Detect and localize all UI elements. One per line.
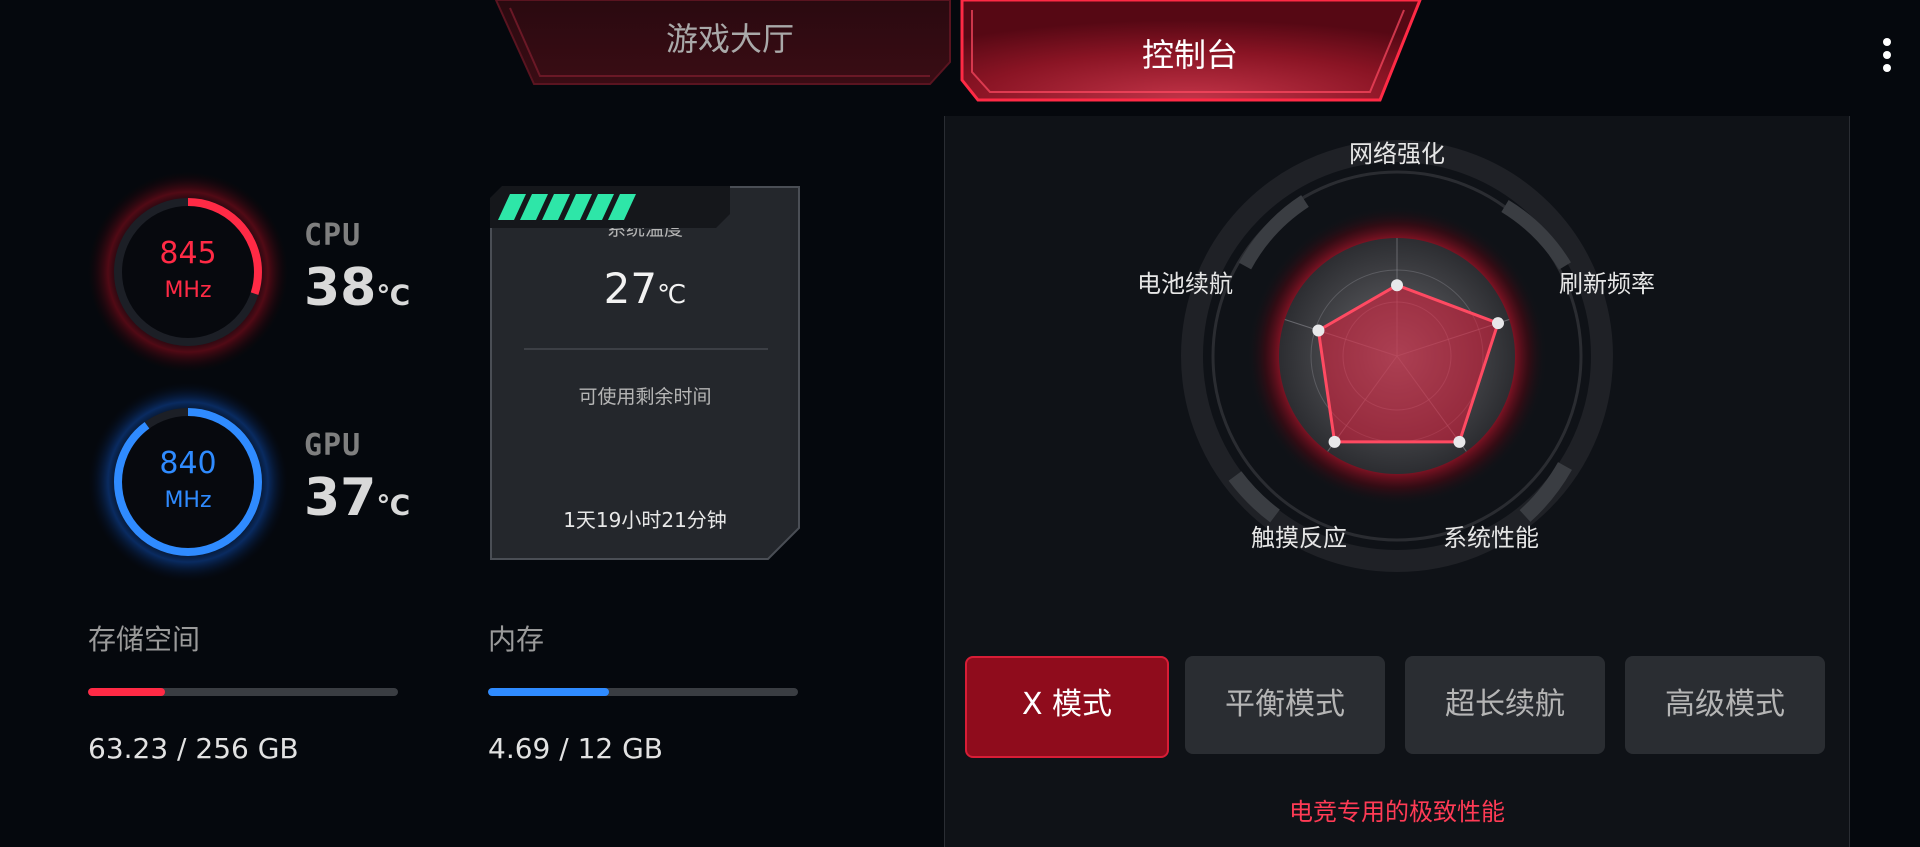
tab-bar: 游戏大厅 控制台 bbox=[0, 0, 1920, 110]
radar-point bbox=[1328, 435, 1341, 448]
remaining-time-title: 可使用剩余时间 bbox=[578, 386, 712, 408]
system-temperature: 27℃ bbox=[490, 264, 800, 313]
mode-ultra-battery-button[interactable]: 超长续航 bbox=[1405, 656, 1605, 754]
radar-label-system-performance: 系统性能 bbox=[1443, 524, 1539, 552]
gpu-temperature: 37℃ bbox=[304, 468, 410, 528]
more-vertical-icon[interactable] bbox=[1880, 38, 1894, 76]
memory-bar bbox=[488, 688, 798, 696]
radar-label-battery-life: 电池续航 bbox=[1137, 270, 1233, 298]
cpu-temp-unit: ℃ bbox=[376, 279, 411, 312]
cpu-temp-value: 38 bbox=[304, 258, 377, 318]
cpu-gauge-ring bbox=[88, 172, 288, 372]
tab-console[interactable]: 控制台 bbox=[1000, 30, 1380, 76]
radar-point bbox=[1312, 324, 1325, 337]
storage-value: 63.23 / 256 GB bbox=[88, 732, 299, 765]
memory-label: 内存 bbox=[488, 623, 545, 656]
memory-bar-fill bbox=[488, 688, 610, 696]
cpu-label: CPU bbox=[304, 218, 362, 253]
radar-label-network: 网络强化 bbox=[1349, 140, 1445, 168]
gpu-temp-unit: ℃ bbox=[376, 489, 411, 522]
gpu-label: GPU bbox=[304, 428, 362, 463]
mode-x-button[interactable]: X 模式 bbox=[965, 656, 1169, 758]
system-info-card: 系统温度 27℃ 可使用剩余时间 1天19小时21分钟 bbox=[490, 186, 800, 560]
battery-indicator bbox=[490, 186, 730, 228]
radar-point bbox=[1391, 279, 1403, 292]
remaining-time-value: 1天19小时21分钟 bbox=[563, 508, 727, 532]
cpu-frequency: 845 bbox=[159, 236, 217, 271]
card-divider bbox=[524, 348, 768, 350]
tab-bar-shapes bbox=[494, 0, 1422, 102]
gpu-frequency: 840 bbox=[159, 446, 217, 481]
radar-point bbox=[1453, 435, 1466, 448]
system-temp-unit: ℃ bbox=[657, 280, 687, 310]
cpu-frequency-unit: MHz bbox=[164, 278, 212, 303]
memory-value: 4.69 / 12 GB bbox=[488, 732, 664, 765]
performance-panel: 网络强化 刷新频率 系统性能 触摸反应 电池续航 X 模式 平衡模式 超长续航 … bbox=[944, 116, 1850, 847]
radar-label-refresh-rate: 刷新频率 bbox=[1559, 270, 1655, 298]
gpu-gauge-ring bbox=[88, 382, 288, 582]
gpu-gauge: 840 MHz bbox=[88, 382, 288, 582]
storage-bar-fill bbox=[88, 688, 165, 696]
system-temp-value: 27 bbox=[603, 264, 658, 313]
tab-game-lobby[interactable]: 游戏大厅 bbox=[560, 14, 900, 60]
mode-advanced-button[interactable]: 高级模式 bbox=[1625, 656, 1825, 754]
storage-bar bbox=[88, 688, 398, 696]
cpu-temperature: 38℃ bbox=[304, 258, 410, 318]
performance-radar bbox=[1181, 140, 1613, 572]
radar-label-touch-response: 触摸反应 bbox=[1251, 524, 1347, 552]
gpu-temp-value: 37 bbox=[304, 468, 377, 528]
radar-point bbox=[1492, 317, 1505, 330]
cpu-gauge: 845 MHz bbox=[88, 172, 288, 372]
gpu-frequency-unit: MHz bbox=[164, 488, 212, 513]
storage-label: 存储空间 bbox=[88, 623, 201, 656]
mode-description: 电竞专用的极致性能 bbox=[1289, 798, 1505, 826]
mode-balanced-button[interactable]: 平衡模式 bbox=[1185, 656, 1385, 754]
